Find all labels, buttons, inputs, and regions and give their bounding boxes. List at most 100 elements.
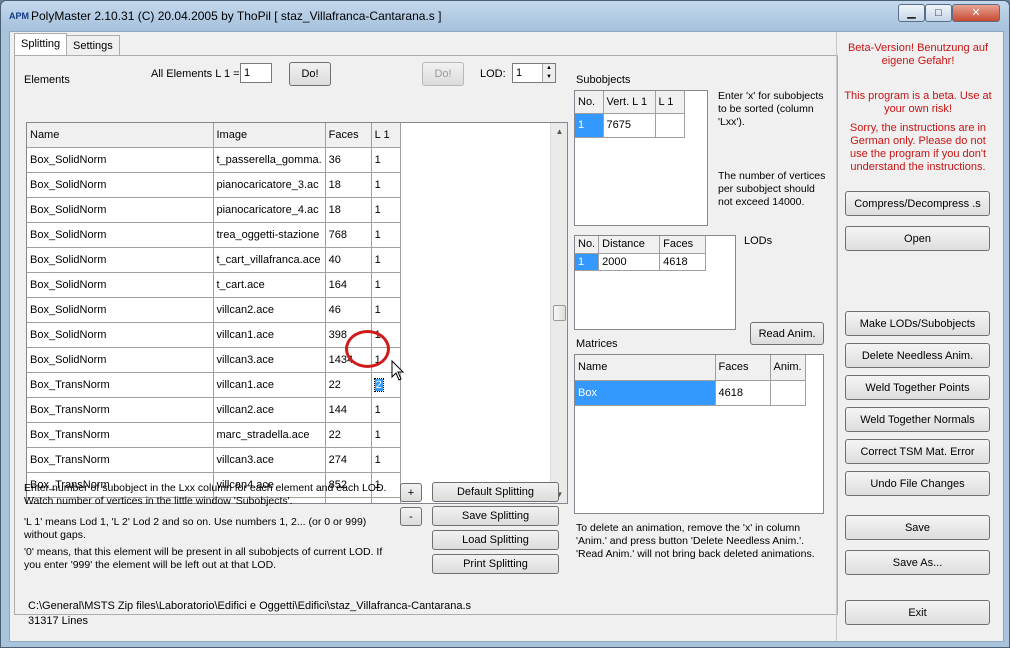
mat-row-faces[interactable]: 4618 [715, 380, 771, 406]
cell-faces[interactable]: 22 [325, 422, 372, 448]
close-button[interactable]: ✕ [952, 4, 1000, 22]
table-row[interactable]: Box_SolidNorm pianocaricatore_4.ac 18 1 [27, 197, 401, 223]
make-lods-button[interactable]: Make LODs/Subobjects [845, 311, 990, 336]
cell-name[interactable]: Box_SolidNorm [27, 322, 214, 348]
table-row[interactable]: Box_SolidNorm t_passerella_gomma. 36 1 [27, 147, 401, 173]
lods-grid[interactable]: No. Distance Faces 1 2000 4618 [574, 235, 736, 330]
cell-image[interactable]: villcan3.ace [213, 447, 326, 473]
lod-row-distance[interactable]: 2000 [598, 253, 661, 271]
table-row[interactable]: Box_TransNorm villcan1.ace 22 2 [27, 372, 401, 398]
sub-row-no[interactable]: 1 [575, 113, 604, 138]
default-splitting-button[interactable]: Default Splitting [432, 482, 559, 502]
cell-name[interactable]: Box_SolidNorm [27, 272, 214, 298]
cell-faces[interactable]: 144 [325, 397, 372, 423]
tab-splitting[interactable]: Splitting [14, 33, 68, 56]
mat-row-anim[interactable] [770, 380, 806, 406]
cell-image[interactable]: villcan1.ace [213, 322, 326, 348]
open-button[interactable]: Open [845, 226, 990, 251]
cell-faces[interactable]: 40 [325, 247, 372, 273]
cell-l1[interactable]: 1 [371, 447, 401, 473]
all-elements-input[interactable] [240, 63, 272, 83]
table-row[interactable]: Box_SolidNorm villcan1.ace 398 1 [27, 322, 401, 348]
elements-scrollbar[interactable]: ▲ ▼ [550, 123, 567, 503]
cell-faces[interactable]: 768 [325, 222, 372, 248]
compress-decompress-button[interactable]: Compress/Decompress .s [845, 191, 990, 216]
cell-image[interactable]: villcan3.ace [213, 347, 326, 373]
table-row[interactable]: Box_TransNorm villcan2.ace 144 1 [27, 397, 401, 423]
table-row[interactable]: Box_SolidNorm t_cart_villafranca.ace 40 1 [27, 247, 401, 273]
cell-l1[interactable]: 1 [371, 197, 401, 223]
col-l1[interactable]: L 1 [371, 123, 401, 148]
delete-needless-anim-button[interactable]: Delete Needless Anim. [845, 343, 990, 368]
sub-row-vert[interactable]: 7675 [603, 113, 656, 138]
correct-tsm-button[interactable]: Correct TSM Mat. Error [845, 439, 990, 464]
title-bar[interactable]: APM PolyMaster 2.10.31 (C) 20.04.2005 by… [1, 1, 1009, 31]
cell-image[interactable]: trea_oggetti-stazione [213, 222, 326, 248]
lod-row-no[interactable]: 1 [575, 253, 600, 271]
exit-button[interactable]: Exit [845, 600, 990, 625]
load-splitting-button[interactable]: Load Splitting [432, 530, 559, 550]
maximize-button[interactable]: □ [925, 4, 952, 22]
cell-l1[interactable]: 1 [371, 297, 401, 323]
cell-l1[interactable]: 1 [371, 147, 401, 173]
cell-name[interactable]: Box_TransNorm [27, 447, 214, 473]
cell-l1[interactable]: 1 [371, 422, 401, 448]
weld-points-button[interactable]: Weld Together Points [845, 375, 990, 400]
table-row[interactable]: Box_SolidNorm t_cart.ace 164 1 [27, 272, 401, 298]
matrices-grid[interactable]: Name Faces Anim. Box 4618 [574, 354, 824, 514]
mat-row-name[interactable]: Box [575, 380, 716, 406]
cell-faces[interactable]: 36 [325, 147, 372, 173]
cell-faces[interactable]: 18 [325, 172, 372, 198]
cell-name[interactable]: Box_SolidNorm [27, 172, 214, 198]
elements-grid[interactable]: Name Image Faces L 1 Box_SolidNorm t_pass… [26, 122, 568, 504]
table-row[interactable]: Box_TransNorm villcan3.ace 274 1 [27, 447, 401, 473]
undo-changes-button[interactable]: Undo File Changes [845, 471, 990, 496]
cell-faces[interactable]: 22 [325, 372, 372, 398]
weld-normals-button[interactable]: Weld Together Normals [845, 407, 990, 432]
cell-name[interactable]: Box_TransNorm [27, 372, 214, 398]
lod-row-faces[interactable]: 4618 [659, 253, 707, 271]
all-elements-do-button[interactable]: Do! [289, 62, 331, 86]
table-row[interactable]: Box_TransNorm marc_stradella.ace 22 1 [27, 422, 401, 448]
minimize-button[interactable]: ▁ [898, 4, 925, 22]
cell-l1[interactable]: 1 [371, 272, 401, 298]
cell-image[interactable]: villcan2.ace [213, 297, 326, 323]
table-row[interactable]: Box_SolidNorm pianocaricatore_3.ac 18 1 [27, 172, 401, 198]
cell-faces[interactable]: 164 [325, 272, 372, 298]
col-name[interactable]: Name [27, 123, 214, 148]
cell-image[interactable]: pianocaricatore_4.ac [213, 197, 326, 223]
add-lod-button[interactable]: + [400, 483, 422, 502]
cell-image[interactable]: villcan2.ace [213, 397, 326, 423]
cell-image[interactable]: pianocaricatore_3.ac [213, 172, 326, 198]
cell-image[interactable]: marc_stradella.ace [213, 422, 326, 448]
cell-image[interactable]: t_cart_villafranca.ace [213, 247, 326, 273]
cell-l1[interactable]: 1 [371, 247, 401, 273]
cell-l1[interactable]: 1 [371, 397, 401, 423]
print-splitting-button[interactable]: Print Splitting [432, 554, 559, 574]
table-row[interactable]: Box_SolidNorm villcan2.ace 46 1 [27, 297, 401, 323]
cell-faces[interactable]: 46 [325, 297, 372, 323]
cell-name[interactable]: Box_SolidNorm [27, 222, 214, 248]
save-button[interactable]: Save [845, 515, 990, 540]
col-image[interactable]: Image [213, 123, 326, 148]
cell-name[interactable]: Box_SolidNorm [27, 247, 214, 273]
cell-l1[interactable]: 1 [371, 222, 401, 248]
col-faces[interactable]: Faces [325, 123, 372, 148]
remove-lod-button[interactable]: - [400, 507, 422, 526]
read-anim-button[interactable]: Read Anim. [750, 322, 824, 345]
cell-name[interactable]: Box_SolidNorm [27, 197, 214, 223]
table-row[interactable]: Box_SolidNorm trea_oggetti-stazione 768 1 [27, 222, 401, 248]
cell-image[interactable]: villcan1.ace [213, 372, 326, 398]
cell-image[interactable]: t_cart.ace [213, 272, 326, 298]
subobjects-grid[interactable]: No. Vert. L 1 L 1 1 7675 [574, 90, 708, 226]
lod-up-icon[interactable]: ▲ [542, 64, 555, 73]
cell-l1[interactable]: 1 [371, 172, 401, 198]
cell-image[interactable]: t_passerella_gomma. [213, 147, 326, 173]
cell-name[interactable]: Box_SolidNorm [27, 147, 214, 173]
cell-name[interactable]: Box_TransNorm [27, 397, 214, 423]
cell-name[interactable]: Box_SolidNorm [27, 297, 214, 323]
cell-name[interactable]: Box_TransNorm [27, 422, 214, 448]
tab-settings[interactable]: Settings [66, 35, 120, 56]
cell-faces[interactable]: 274 [325, 447, 372, 473]
save-as-button[interactable]: Save As... [845, 550, 990, 575]
